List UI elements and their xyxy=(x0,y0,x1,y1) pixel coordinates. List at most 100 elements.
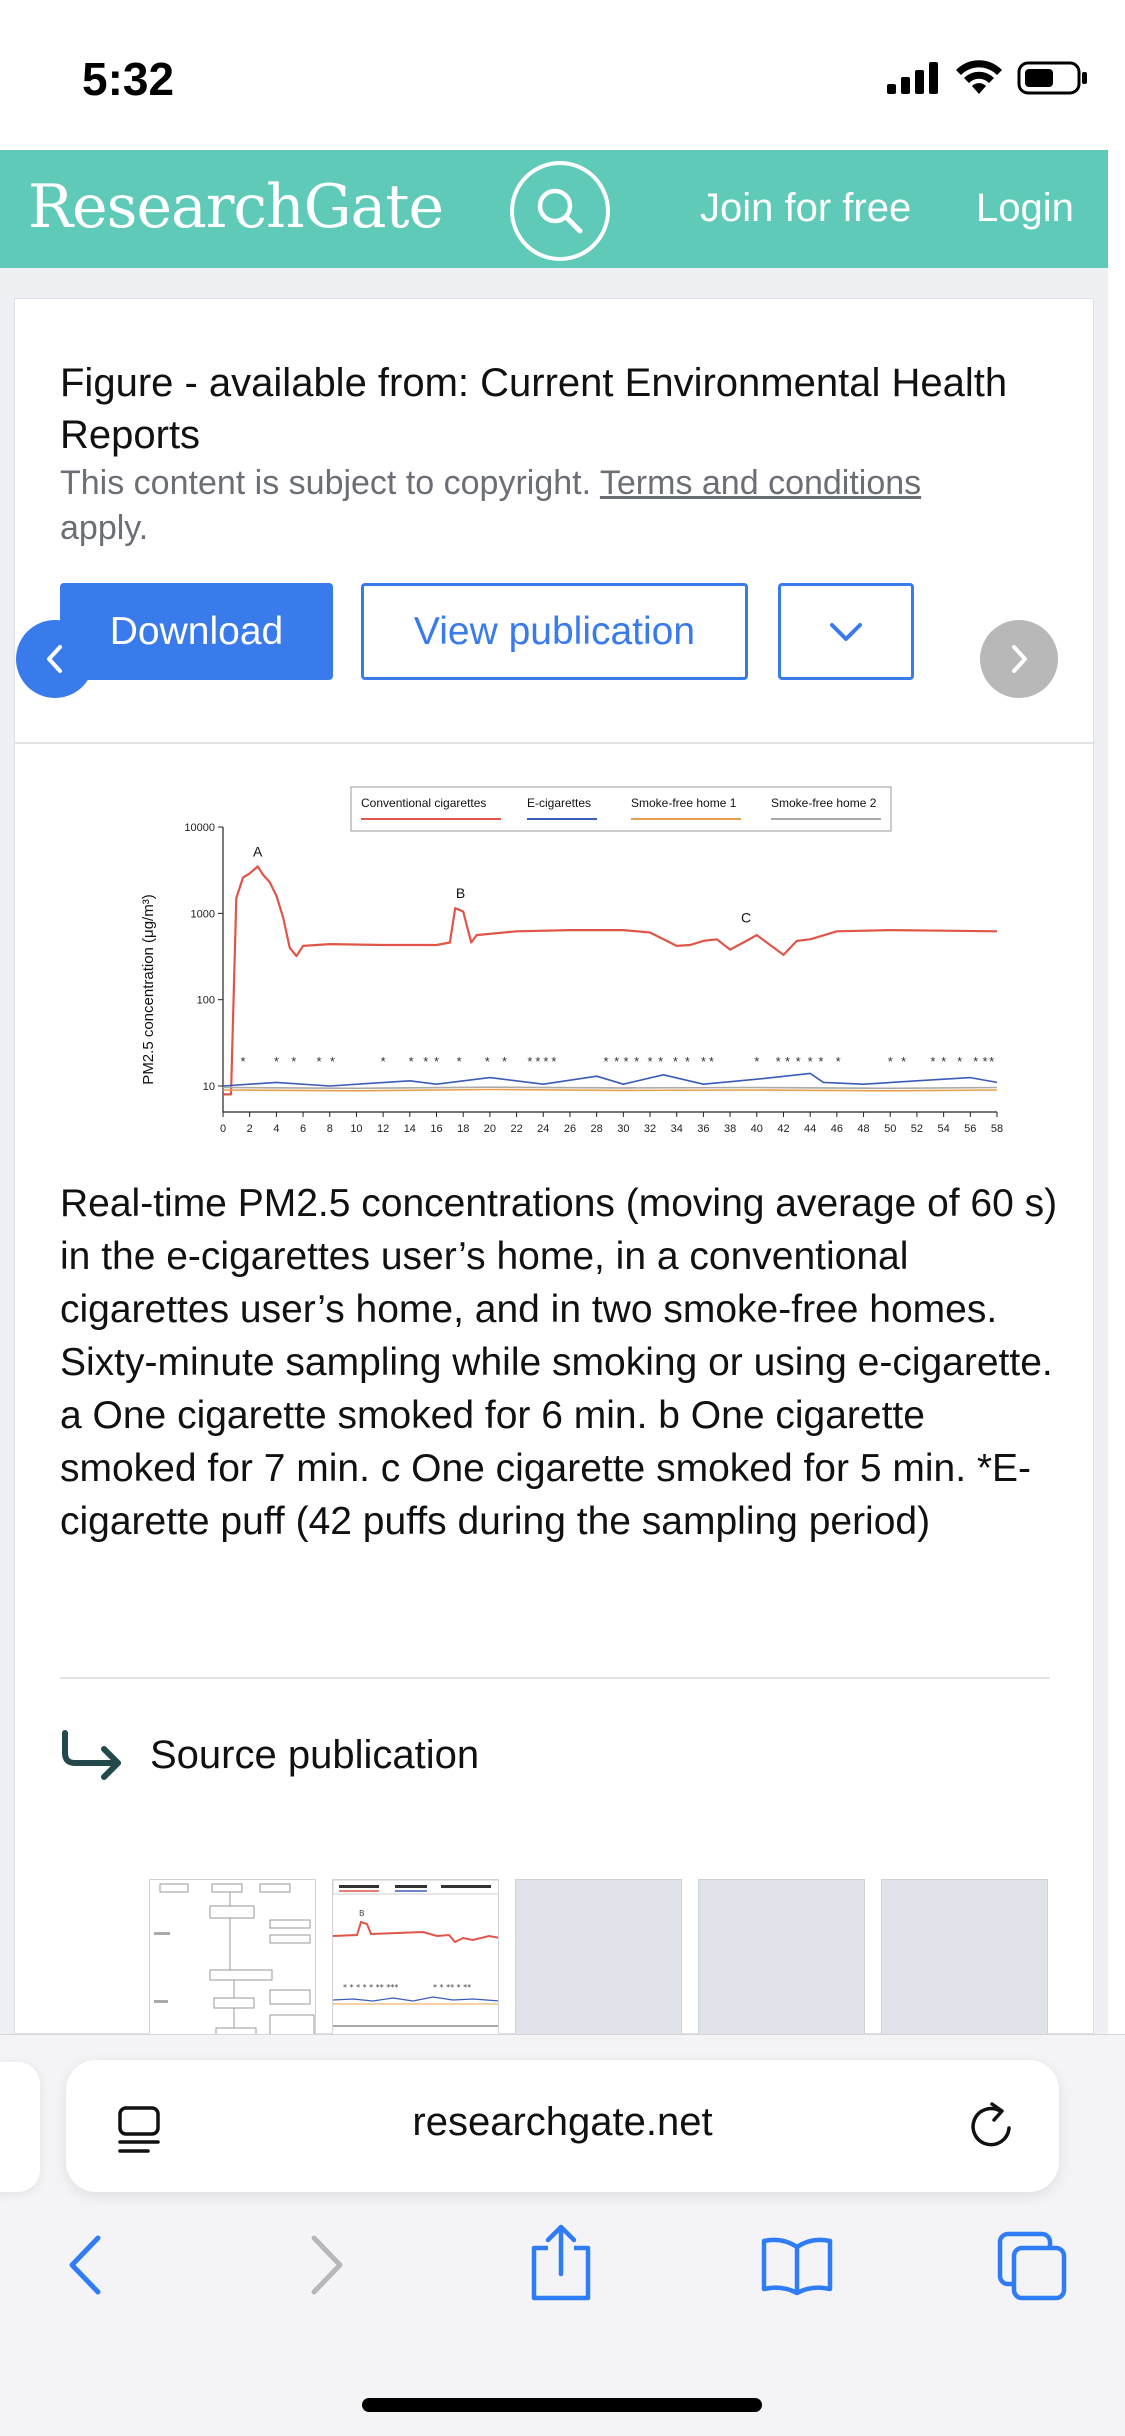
x-tick-label: 40 xyxy=(751,1123,763,1135)
x-tick-label: 52 xyxy=(911,1123,923,1135)
x-tick-label: 16 xyxy=(430,1123,442,1135)
x-tick-label: 38 xyxy=(724,1123,736,1135)
legend-label: E-cigarettes xyxy=(527,796,591,810)
y-tick-label: 10000 xyxy=(184,822,215,834)
copyright-suffix: apply. xyxy=(60,509,149,547)
terms-link[interactable]: Terms and conditions xyxy=(600,464,921,502)
more-options-button[interactable] xyxy=(778,583,914,680)
series-line-smoke-free-home-1 xyxy=(222,1088,998,1092)
y-axis-label: PM2.5 concentration (μg/m³) xyxy=(140,894,157,1084)
x-tick-label: 6 xyxy=(300,1123,306,1135)
puff-marker: * xyxy=(701,1054,706,1069)
puff-marker: * xyxy=(434,1054,439,1069)
x-tick-label: 8 xyxy=(327,1123,333,1135)
source-publication-heading: Source publication xyxy=(60,1729,479,1781)
thumbnail-flowchart[interactable] xyxy=(149,1879,316,2049)
x-tick-label: 50 xyxy=(884,1123,896,1135)
copyright-notice: This content is subject to copyright. Te… xyxy=(60,461,1000,551)
puff-marker: * xyxy=(973,1054,978,1069)
chevron-left-icon xyxy=(47,645,62,673)
x-tick-label: 36 xyxy=(697,1123,709,1135)
puff-marker: * xyxy=(274,1054,279,1069)
figure-image[interactable]: 10 100 1000 10000 0 2 4 6 8 10 12 14 16 18 20 22 24 26 28 3… xyxy=(115,779,1015,1149)
puff-marker: * xyxy=(240,1054,245,1069)
thumbnail-current-figure[interactable]: B * * * * * ** *** * * ** * ** xyxy=(332,1879,499,2049)
puff-marker: * xyxy=(836,1054,841,1069)
source-publication-label: Source publication xyxy=(150,1732,480,1777)
copyright-text: This content is subject to copyright. xyxy=(60,464,592,502)
pm25-chart: 101001000100000 2 4 6 8 10 12 14 16 18 20 22 24 26 28 3… xyxy=(140,786,1003,1135)
thumbnail-placeholder[interactable] xyxy=(698,1879,865,2049)
chevron-down-icon xyxy=(830,622,862,641)
puff-marker: * xyxy=(754,1054,759,1069)
puff-marker: * xyxy=(623,1054,628,1069)
card-divider xyxy=(15,742,1095,744)
address-bar[interactable]: researchgate.net xyxy=(66,2060,1059,2192)
x-tick-label: 26 xyxy=(564,1123,576,1135)
puff-marker: * xyxy=(423,1054,428,1069)
svg-text:B: B xyxy=(359,1909,365,1918)
publication-thumbnails: B * * * * * ** *** * * ** * ** xyxy=(149,1879,1048,2049)
x-tick-label: 0 xyxy=(220,1123,226,1135)
puff-marker: * xyxy=(941,1054,946,1069)
puff-marker: * xyxy=(457,1054,462,1069)
thumbnail-placeholder[interactable] xyxy=(515,1879,682,2049)
join-link[interactable]: Join for free xyxy=(700,186,911,231)
puff-marker: * xyxy=(957,1054,962,1069)
figure-caption: Real-time PM2.5 concentrations (moving a… xyxy=(60,1182,1058,1543)
x-tick-label: 58 xyxy=(991,1123,1003,1135)
x-tick-label: 44 xyxy=(804,1123,816,1135)
puff-marker: * xyxy=(785,1054,790,1069)
x-tick-label: 42 xyxy=(777,1123,789,1135)
puff-marker: * xyxy=(709,1054,714,1069)
x-tick-label: 28 xyxy=(591,1123,603,1135)
svg-text:* * ** * **: * * ** * ** xyxy=(433,1983,471,1992)
search-icon xyxy=(537,188,583,234)
url-text[interactable]: researchgate.net xyxy=(66,2100,1059,2145)
puff-marker: * xyxy=(409,1054,414,1069)
puff-marker: * xyxy=(888,1054,893,1069)
puff-marker: * xyxy=(930,1054,935,1069)
x-tick-label: 34 xyxy=(671,1123,683,1135)
forward-icon[interactable] xyxy=(302,2230,350,2300)
legend-label: Conventional cigarettes xyxy=(361,796,486,810)
series-line-e-cigarettes xyxy=(222,1072,998,1087)
next-figure-button[interactable] xyxy=(980,620,1058,698)
login-link[interactable]: Login xyxy=(976,186,1074,231)
bookmarks-icon[interactable] xyxy=(760,2235,834,2297)
puff-marker: * xyxy=(776,1054,781,1069)
puff-marker: * xyxy=(989,1054,994,1069)
puff-marker: * xyxy=(634,1054,639,1069)
puff-marker: * xyxy=(901,1054,906,1069)
status-bar: 5:32 xyxy=(0,0,1125,150)
share-icon[interactable] xyxy=(526,2222,596,2302)
tabs-icon[interactable] xyxy=(996,2230,1070,2302)
previous-figure-button[interactable] xyxy=(16,620,94,698)
thumbnail-placeholder[interactable] xyxy=(881,1879,1048,2049)
previous-tab-peek[interactable] xyxy=(0,2062,40,2192)
reload-icon[interactable] xyxy=(964,2098,1020,2154)
legend-label: Smoke-free home 2 xyxy=(771,796,877,810)
x-tick-label: 24 xyxy=(537,1123,549,1135)
search-button[interactable] xyxy=(510,161,610,261)
researchgate-logo[interactable]: ResearchGate xyxy=(28,172,444,242)
view-publication-button[interactable]: View publication xyxy=(361,583,748,680)
puff-marker: * xyxy=(685,1054,690,1069)
battery-icon xyxy=(1017,61,1087,95)
puff-marker: * xyxy=(330,1054,335,1069)
series-line-smoke-free-home-2 xyxy=(222,1086,998,1090)
figure-title: Figure - available from: Current Environ… xyxy=(60,361,1008,457)
site-header: ResearchGate Join for free Login xyxy=(0,150,1108,268)
x-tick-label: 4 xyxy=(273,1123,279,1135)
chevron-right-icon xyxy=(1012,645,1027,673)
download-button[interactable]: Download xyxy=(60,583,333,680)
status-time: 5:32 xyxy=(82,53,175,105)
legend-label: Smoke-free home 1 xyxy=(631,796,737,810)
puff-marker: * xyxy=(527,1054,532,1069)
puff-marker: * xyxy=(291,1054,296,1069)
figure-card: Figure - available from: Current Environ… xyxy=(14,298,1095,2049)
puff-marker: * xyxy=(543,1054,548,1069)
corner-down-right-icon xyxy=(62,1730,121,1780)
back-icon[interactable] xyxy=(62,2230,110,2300)
puff-marker: * xyxy=(614,1054,619,1069)
